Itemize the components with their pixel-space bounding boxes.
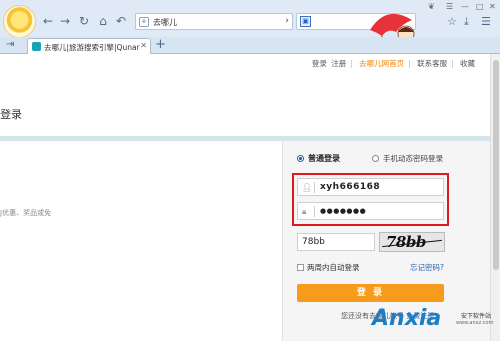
link-favorite[interactable]: 收藏 [460, 59, 475, 68]
mode-normal-label[interactable]: 普通登录 [308, 154, 340, 163]
radio-selected-icon[interactable] [297, 155, 304, 162]
page-title: 登录 [0, 108, 22, 121]
link-customer-service[interactable]: 联系客服 [417, 59, 447, 68]
login-button[interactable]: 登 录 [297, 284, 444, 302]
sidebar-toggle-icon[interactable]: ⇥ [6, 39, 14, 50]
address-url[interactable]: 去哪儿 [153, 17, 177, 28]
top-links: 登录 注册 | 去哪儿网首页 | 联系客服 | 收藏 [311, 58, 476, 69]
username-value[interactable]: xyh666168 [320, 182, 380, 192]
close-icon[interactable]: ✕ [489, 2, 496, 11]
page-info-icon[interactable]: e [139, 17, 149, 27]
auto-login-label[interactable]: 两周内自动登录 [307, 263, 360, 272]
tab-close-icon[interactable]: ✕ [140, 41, 147, 50]
field-divider [314, 206, 315, 217]
divider: | [451, 59, 454, 68]
maximize-icon[interactable]: □ [476, 2, 484, 11]
address-go-icon[interactable]: › [285, 16, 289, 26]
radio-unselected-icon[interactable] [372, 155, 379, 162]
divider: | [408, 59, 411, 68]
tab-qunar[interactable]: 去哪儿|旅游搜索引擎|Qunar ✕ [27, 38, 151, 54]
browser-window: ← → ↻ ⌂ ↶ e 去哪儿 › ▣ ❦ ☰ — □ ✕ ☆ ⤓ ☰ ⇥ 去哪… [0, 0, 500, 341]
qunar-favicon-icon [32, 42, 41, 51]
menu-icon[interactable]: ☰ [446, 2, 453, 11]
password-value[interactable]: ●●●●●●● [320, 207, 366, 215]
auto-login-option[interactable]: 两周内自动登录 [297, 262, 360, 273]
forward-icon[interactable]: → [58, 14, 72, 28]
captcha-input[interactable]: 78bb [297, 233, 375, 251]
tab-title[interactable]: 去哪儿|旅游搜索引擎|Qunar [44, 42, 140, 53]
download-icon[interactable]: ⤓ [464, 15, 469, 29]
watermark-brand: Anxia [372, 306, 441, 331]
mode-normal-option[interactable]: 普通登录 [297, 153, 340, 164]
link-qunar-home[interactable]: 去哪儿网首页 [359, 59, 404, 68]
forgot-password-link[interactable]: 忘记密码? [410, 262, 444, 273]
back-icon[interactable]: ← [41, 14, 55, 28]
password-field[interactable]: 🔒︎ ●●●●●●● [297, 202, 444, 220]
link-login[interactable]: 登录 [312, 59, 327, 68]
captcha-image[interactable]: 78bb [379, 232, 445, 252]
divider: | [350, 59, 353, 68]
watermark-brand-text: Anxia [372, 306, 442, 331]
username-field[interactable]: 👤︎ xyh666168 [297, 178, 444, 196]
search-engine-icon[interactable]: ▣ [300, 16, 311, 27]
home-icon[interactable]: ⌂ [96, 14, 110, 28]
scrollbar[interactable] [490, 54, 500, 341]
undo-icon[interactable]: ↶ [114, 14, 128, 28]
skin-icon[interactable]: ❦ [428, 2, 435, 11]
refresh-icon[interactable]: ↻ [77, 14, 91, 28]
new-tab-button[interactable]: + [155, 37, 166, 52]
anxia-watermark: Anxia 安下软件站 www.anxz.com [372, 302, 494, 338]
page-content: 登录 注册 | 去哪儿网首页 | 联系客服 | 收藏 登录 J优惠、奖品或免 普通登录… [0, 54, 490, 341]
watermark-tagline: 安下软件站 [461, 313, 492, 320]
link-register[interactable]: 注册 [331, 59, 346, 68]
promo-text: J优惠、奖品或免 [0, 209, 52, 217]
auto-login-checkbox[interactable] [297, 264, 304, 271]
scrollbar-thumb[interactable] [493, 60, 499, 270]
settings-menu-icon[interactable]: ☰ [481, 15, 491, 28]
mode-sms-option[interactable]: 手机动态密码登录 [372, 153, 443, 164]
favorite-star-icon[interactable]: ☆ [447, 15, 457, 28]
address-bar[interactable]: e 去哪儿 › [135, 13, 293, 30]
watermark-url: www.anxz.com [456, 320, 494, 326]
tab-bar: ⇥ 去哪儿|旅游搜索引擎|Qunar ✕ + [0, 37, 500, 54]
captcha-value[interactable]: 78bb [302, 237, 325, 247]
minimize-icon[interactable]: — [461, 2, 469, 11]
user-icon: 👤︎ [302, 183, 313, 192]
mode-sms-label[interactable]: 手机动态密码登录 [383, 154, 443, 163]
field-divider [314, 182, 315, 193]
lock-icon: 🔒︎ [302, 207, 307, 216]
browser-logo[interactable] [3, 5, 36, 38]
